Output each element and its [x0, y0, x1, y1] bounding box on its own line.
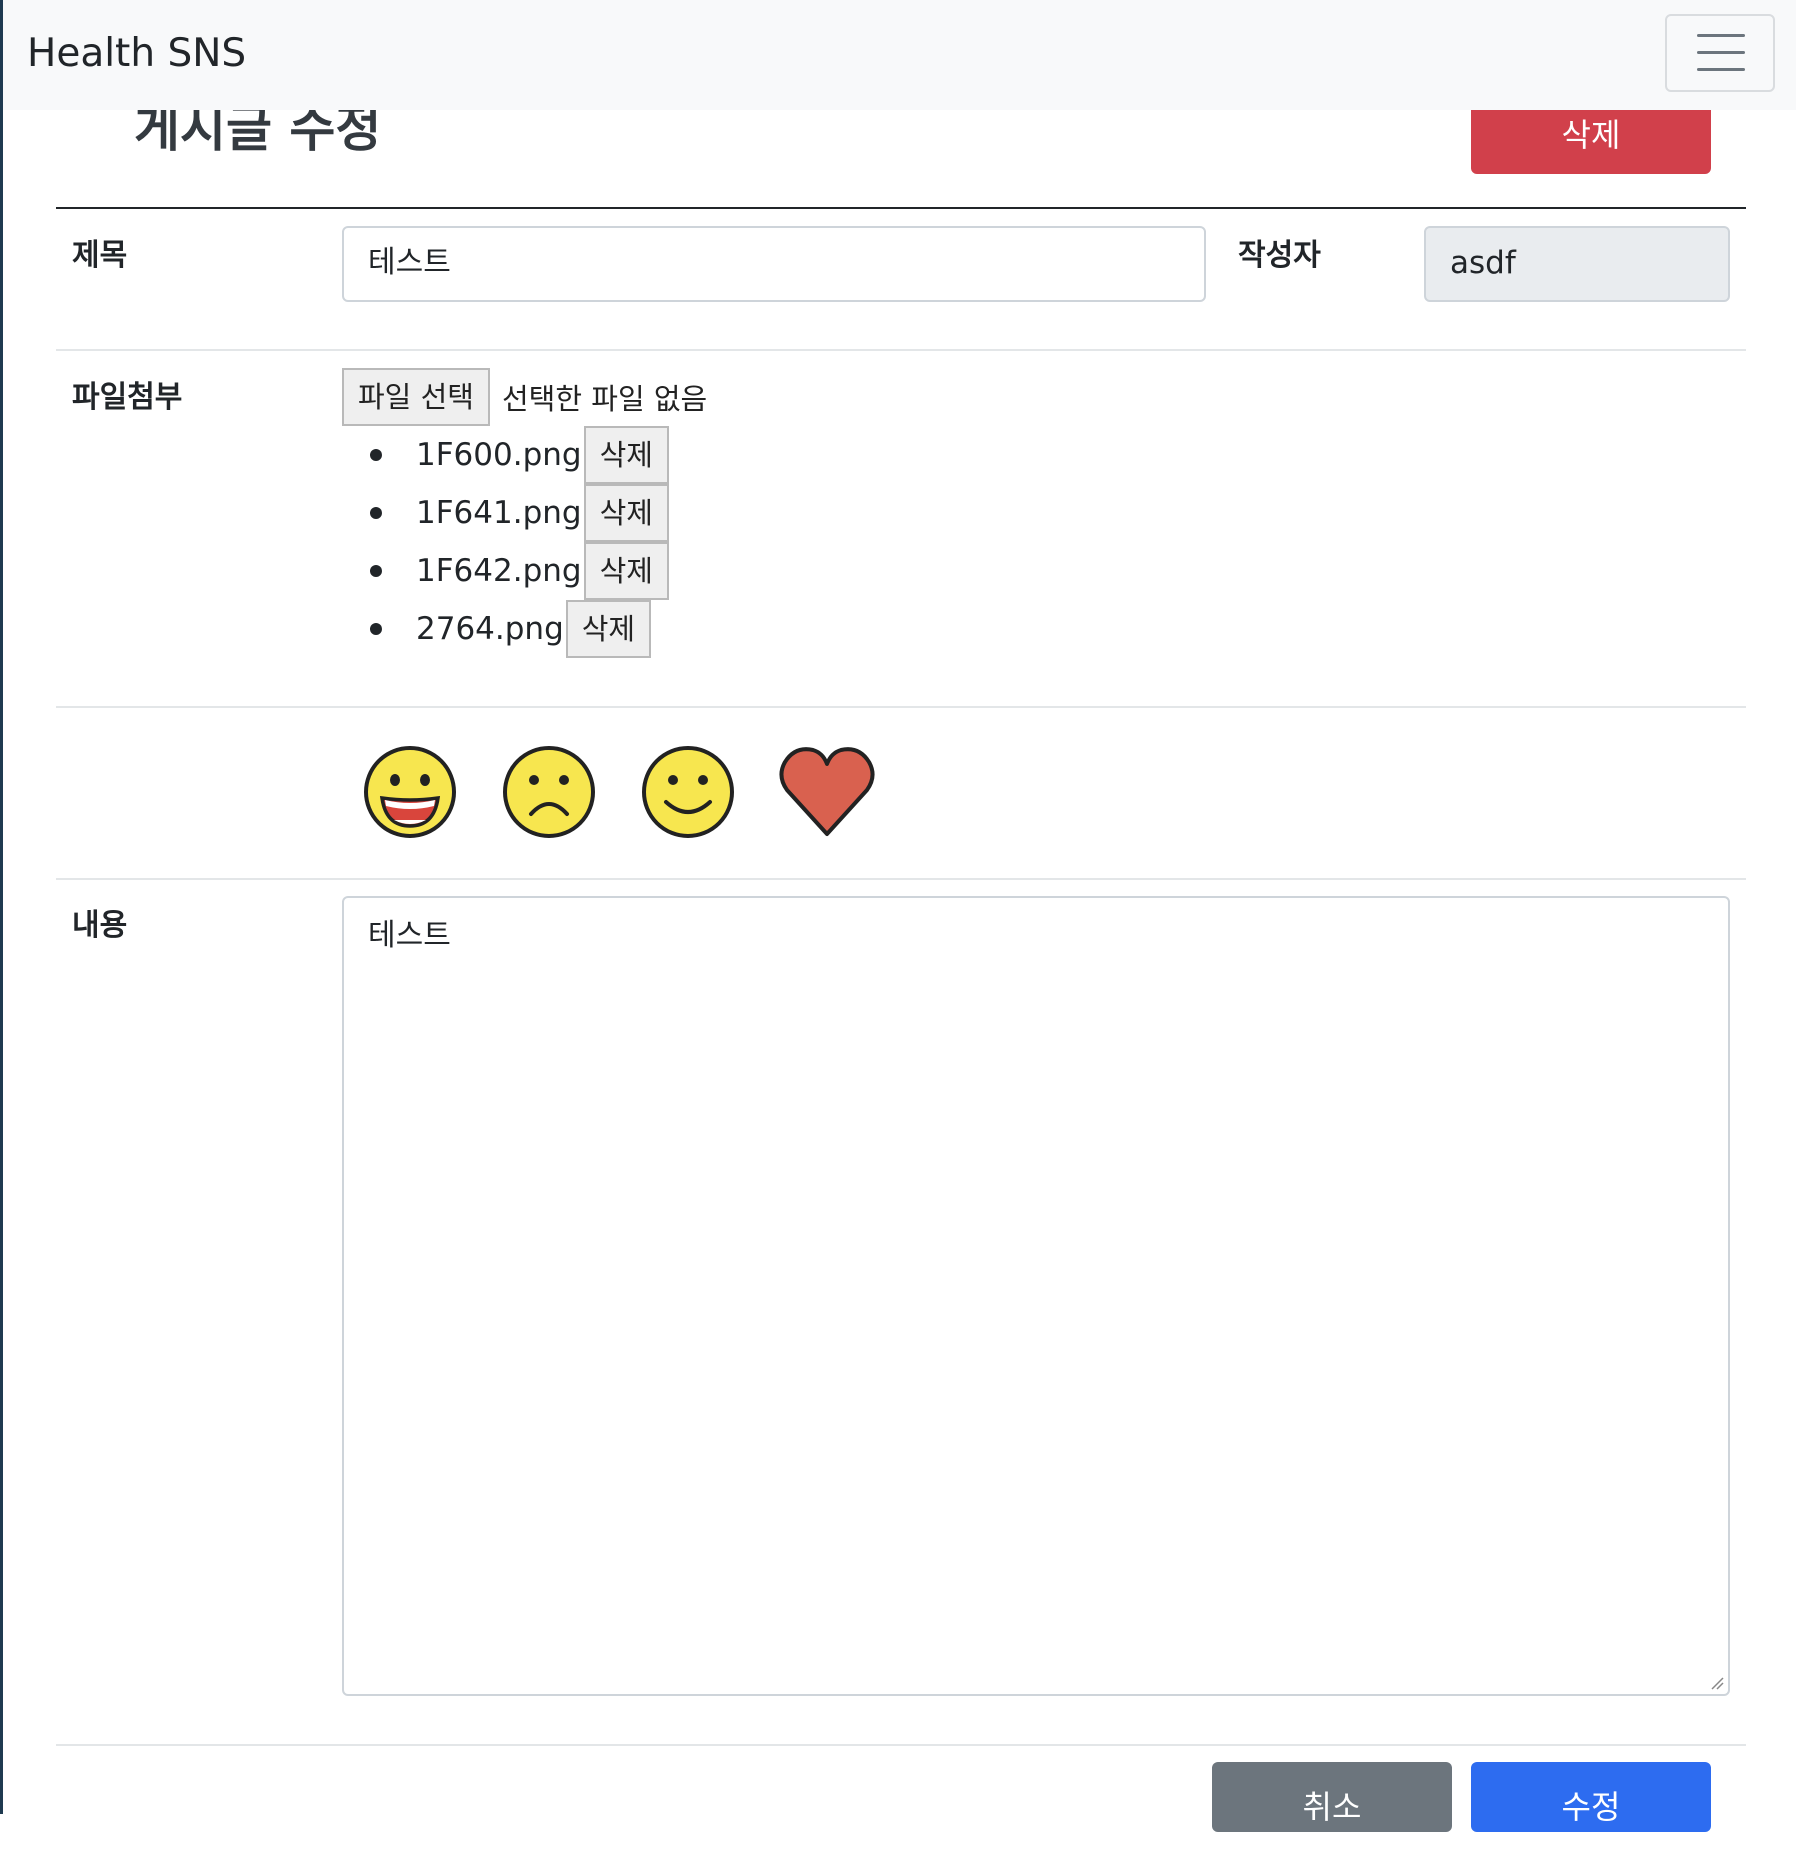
window-edge [0, 0, 3, 1814]
resize-grip-icon[interactable] [1710, 1676, 1724, 1690]
delete-file-button[interactable]: 삭제 [583, 426, 669, 484]
list-item: 1F642.png 삭제 [360, 542, 669, 600]
bullet-icon [370, 623, 382, 635]
delete-file-button[interactable]: 삭제 [583, 484, 669, 542]
delete-file-button[interactable]: 삭제 [565, 600, 652, 658]
hamburger-icon [1697, 51, 1745, 54]
list-item: 1F600.png 삭제 [360, 426, 669, 484]
content-textarea[interactable]: 테스트 [342, 896, 1730, 1696]
frowning-face-icon[interactable] [499, 742, 599, 842]
list-item: 2764.png 삭제 [360, 600, 669, 658]
row-divider [56, 349, 1746, 351]
hamburger-icon [1697, 34, 1745, 37]
content-label: 내용 [72, 908, 128, 943]
header-divider [56, 207, 1746, 209]
cancel-button[interactable]: 취소 [1212, 1762, 1452, 1832]
slightly-smiling-face-icon[interactable] [638, 742, 738, 842]
list-item: 1F641.png 삭제 [360, 484, 669, 542]
content-text: 테스트 [368, 918, 451, 953]
author-field: asdf [1424, 226, 1730, 302]
file-name: 1F641.png [416, 495, 582, 531]
file-status-text: 선택한 파일 없음 [502, 382, 708, 416]
file-select-button[interactable]: 파일 선택 [342, 368, 490, 426]
attached-file-list: 1F600.png 삭제 1F641.png 삭제 1F642.png 삭제 2… [360, 426, 669, 658]
bullet-icon [370, 565, 382, 577]
title-input[interactable]: 테스트 [342, 226, 1206, 302]
file-name: 2764.png [416, 611, 564, 647]
file-name: 1F600.png [416, 437, 582, 473]
file-name: 1F642.png [416, 553, 582, 589]
row-divider [56, 706, 1746, 708]
hamburger-icon [1697, 68, 1745, 71]
navbar-toggler-button[interactable] [1665, 14, 1775, 92]
delete-file-button[interactable]: 삭제 [583, 542, 669, 600]
row-divider [56, 878, 1746, 880]
attach-label: 파일첨부 [72, 380, 183, 415]
grinning-face-icon[interactable] [360, 742, 460, 842]
bullet-icon [370, 507, 382, 519]
title-label: 제목 [72, 238, 128, 273]
author-label: 작성자 [1238, 238, 1321, 273]
navbar-brand[interactable]: Health SNS [27, 30, 246, 78]
navbar: Health SNS [3, 0, 1796, 110]
red-heart-icon[interactable] [777, 742, 877, 842]
bullet-icon [370, 449, 382, 461]
submit-edit-button[interactable]: 수정 [1471, 1762, 1711, 1832]
row-divider [56, 1744, 1746, 1746]
